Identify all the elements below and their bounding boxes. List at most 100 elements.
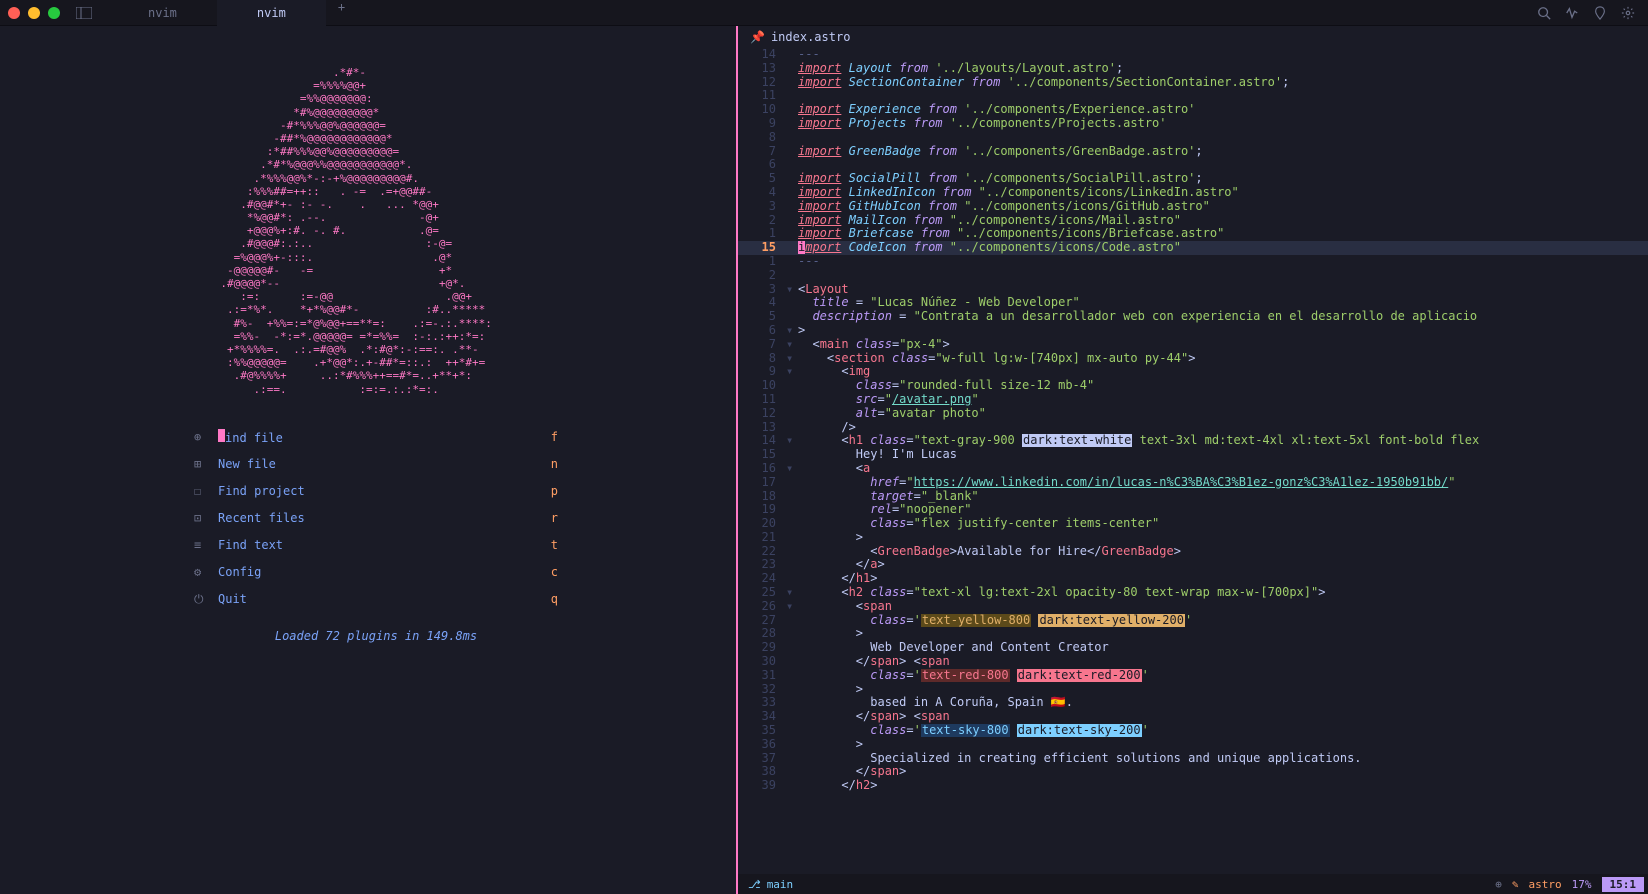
code-line[interactable]: 26▾ <span xyxy=(738,600,1648,614)
code-line[interactable]: 14▾ <h1 class="text-gray-900 dark:text-w… xyxy=(738,434,1648,448)
code-content[interactable]: <img xyxy=(798,365,1648,379)
code-content[interactable]: --- xyxy=(798,48,1648,62)
fold-marker[interactable] xyxy=(786,614,798,628)
code-content[interactable]: <span xyxy=(798,600,1648,614)
tab-nvim-1[interactable]: nvim xyxy=(108,0,217,26)
code-content[interactable] xyxy=(798,89,1648,103)
code-line[interactable]: 27 class='text-yellow-800 dark:text-yell… xyxy=(738,614,1648,628)
code-content[interactable]: > xyxy=(798,683,1648,697)
code-content[interactable]: </h2> xyxy=(798,779,1648,793)
fold-marker[interactable] xyxy=(786,172,798,186)
code-line[interactable]: 1 --- xyxy=(738,255,1648,269)
code-content[interactable]: Web Developer and Content Creator xyxy=(798,641,1648,655)
fold-marker[interactable] xyxy=(786,724,798,738)
menu-item-recent-files[interactable]: ⊡ Recent files r xyxy=(186,505,566,532)
code-line[interactable]: 11 src="/avatar.png" xyxy=(738,393,1648,407)
code-line[interactable]: 7▾ <main class="px-4"> xyxy=(738,338,1648,352)
code-line[interactable]: 6▾> xyxy=(738,324,1648,338)
code-line[interactable]: 10 import Experience from '../components… xyxy=(738,103,1648,117)
code-line[interactable]: 17 href="https://www.linkedin.com/in/luc… xyxy=(738,476,1648,490)
fold-marker[interactable] xyxy=(786,752,798,766)
fold-marker[interactable]: ▾ xyxy=(786,462,798,476)
fold-marker[interactable] xyxy=(786,200,798,214)
code-line[interactable]: 5 description = "Contrata a un desarroll… xyxy=(738,310,1648,324)
code-line[interactable]: 14 --- xyxy=(738,48,1648,62)
code-content[interactable]: </a> xyxy=(798,558,1648,572)
fold-marker[interactable] xyxy=(786,503,798,517)
code-content[interactable]: description = "Contrata a un desarrollad… xyxy=(798,310,1648,324)
code-content[interactable]: <h1 class="text-gray-900 dark:text-white… xyxy=(798,434,1648,448)
menu-item-new-file[interactable]: ⊞ New file n xyxy=(186,451,566,478)
code-line[interactable]: 11 xyxy=(738,89,1648,103)
maximize-window-button[interactable] xyxy=(48,7,60,19)
code-line[interactable]: 8 xyxy=(738,131,1648,145)
code-line[interactable]: 19 rel="noopener" xyxy=(738,503,1648,517)
code-line[interactable]: 29 Web Developer and Content Creator xyxy=(738,641,1648,655)
fold-marker[interactable] xyxy=(786,572,798,586)
code-content[interactable] xyxy=(798,158,1648,172)
code-line[interactable]: 15 Hey! I'm Lucas xyxy=(738,448,1648,462)
code-line[interactable]: 36 > xyxy=(738,738,1648,752)
code-line[interactable]: 7 import GreenBadge from '../components/… xyxy=(738,145,1648,159)
code-line[interactable]: 9▾ <img xyxy=(738,365,1648,379)
close-window-button[interactable] xyxy=(8,7,20,19)
code-content[interactable]: <main class="px-4"> xyxy=(798,338,1648,352)
code-line[interactable]: 2 xyxy=(738,269,1648,283)
fold-marker[interactable] xyxy=(786,48,798,62)
code-content[interactable]: import Experience from '../components/Ex… xyxy=(798,103,1648,117)
code-line[interactable]: 25▾ <h2 class="text-xl lg:text-2xl opaci… xyxy=(738,586,1648,600)
fold-marker[interactable] xyxy=(786,779,798,793)
code-line[interactable]: 24 </h1> xyxy=(738,572,1648,586)
fold-marker[interactable] xyxy=(786,131,798,145)
code-line[interactable]: 10 class="rounded-full size-12 mb-4" xyxy=(738,379,1648,393)
code-content[interactable]: import GreenBadge from '../components/Gr… xyxy=(798,145,1648,159)
code-line[interactable]: 21 > xyxy=(738,531,1648,545)
code-content[interactable]: import MailIcon from "../components/icon… xyxy=(798,214,1648,228)
code-content[interactable]: target="_blank" xyxy=(798,490,1648,504)
code-content[interactable]: class='text-sky-800 dark:text-sky-200' xyxy=(798,724,1648,738)
code-line[interactable]: 13 import Layout from '../layouts/Layout… xyxy=(738,62,1648,76)
fold-marker[interactable] xyxy=(786,379,798,393)
code-line[interactable]: 28 > xyxy=(738,627,1648,641)
code-content[interactable]: import CodeIcon from "../components/icon… xyxy=(798,241,1648,255)
code-line[interactable]: 32 > xyxy=(738,683,1648,697)
code-content[interactable]: </span> <span xyxy=(798,710,1648,724)
menu-item-find-file[interactable]: ⊕ ind file f xyxy=(186,424,566,451)
code-content[interactable]: --- xyxy=(798,255,1648,269)
editor-pane[interactable]: 📌 index.astro 14 ---13 import Layout fro… xyxy=(738,26,1648,894)
dashboard-pane[interactable]: .*#*- =%%%%@@+ =%%@@@@@@@: *#%@@@@@@@@@*… xyxy=(0,26,738,894)
code-content[interactable]: Hey! I'm Lucas xyxy=(798,448,1648,462)
code-line[interactable]: 12 alt="avatar photo" xyxy=(738,407,1648,421)
code-content[interactable]: <h2 class="text-xl lg:text-2xl opacity-8… xyxy=(798,586,1648,600)
code-content[interactable]: import LinkedInIcon from "../components/… xyxy=(798,186,1648,200)
fold-marker[interactable] xyxy=(786,310,798,324)
fold-marker[interactable]: ▾ xyxy=(786,365,798,379)
code-line[interactable]: 9 import Projects from '../components/Pr… xyxy=(738,117,1648,131)
fold-marker[interactable] xyxy=(786,765,798,779)
fold-marker[interactable] xyxy=(786,296,798,310)
code-line[interactable]: 4 title = "Lucas Núñez - Web Developer" xyxy=(738,296,1648,310)
fold-marker[interactable] xyxy=(786,655,798,669)
code-content[interactable]: > xyxy=(798,738,1648,752)
code-content[interactable]: import Projects from '../components/Proj… xyxy=(798,117,1648,131)
code-line[interactable]: 3▾<Layout xyxy=(738,283,1648,297)
fold-marker[interactable] xyxy=(786,421,798,435)
code-line[interactable]: 15 import CodeIcon from "../components/i… xyxy=(738,241,1648,255)
fold-marker[interactable] xyxy=(786,241,798,255)
code-content[interactable]: import GitHubIcon from "../components/ic… xyxy=(798,200,1648,214)
fold-marker[interactable] xyxy=(786,476,798,490)
fold-marker[interactable] xyxy=(786,62,798,76)
fold-marker[interactable] xyxy=(786,517,798,531)
code-line[interactable]: 34 </span> <span xyxy=(738,710,1648,724)
menu-item-config[interactable]: ⚙ Config c xyxy=(186,559,566,586)
code-content[interactable]: > xyxy=(798,627,1648,641)
code-line[interactable]: 22 <GreenBadge>Available for Hire</Green… xyxy=(738,545,1648,559)
tab-nvim-2[interactable]: nvim xyxy=(217,0,326,26)
code-content[interactable]: </span> <span xyxy=(798,655,1648,669)
fold-marker[interactable] xyxy=(786,545,798,559)
fold-marker[interactable] xyxy=(786,669,798,683)
code-line[interactable]: 18 target="_blank" xyxy=(738,490,1648,504)
fold-marker[interactable] xyxy=(786,710,798,724)
fold-marker[interactable]: ▾ xyxy=(786,338,798,352)
code-line[interactable]: 1 import Briefcase from "../components/i… xyxy=(738,227,1648,241)
